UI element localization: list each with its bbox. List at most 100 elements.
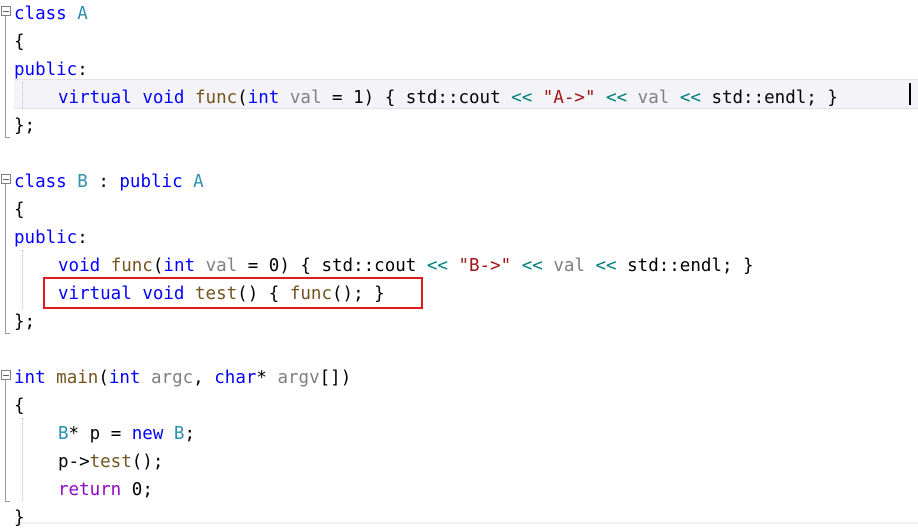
- code-line[interactable]: {: [14, 28, 25, 56]
- code-token: std::cout: [321, 256, 417, 276]
- code-token: class: [14, 4, 67, 24]
- code-token: =: [321, 88, 354, 108]
- code-token: B: [58, 424, 69, 444]
- code-token: std::endl; }: [627, 256, 754, 276]
- code-token: 1: [353, 88, 364, 108]
- code-token: val: [553, 256, 585, 276]
- code-token: public: [119, 172, 183, 192]
- code-token: <<: [595, 256, 617, 276]
- code-token: public: [14, 228, 78, 248]
- code-token: B: [173, 424, 185, 444]
- code-token: char: [214, 368, 257, 388]
- code-token: }: [14, 508, 25, 528]
- code-line[interactable]: public:: [14, 224, 88, 252]
- code-token: (: [98, 368, 109, 388]
- code-token: ) {: [363, 88, 406, 108]
- code-token: {: [14, 200, 25, 220]
- code-line[interactable]: return 0;: [58, 476, 153, 504]
- code-editor[interactable]: class A{public: virtual void func(int val…: [0, 0, 918, 528]
- code-token: <<: [426, 256, 448, 276]
- code-token: virtual: [58, 284, 132, 304]
- code-token: val: [637, 88, 670, 108]
- code-token: []): [319, 368, 352, 388]
- code-token: A: [193, 172, 204, 192]
- code-token: val: [289, 88, 322, 108]
- code-token: func: [195, 88, 238, 108]
- code-token: :: [77, 60, 88, 80]
- code-token: *: [256, 368, 278, 388]
- code-line[interactable]: int main(int argc, char* argv[]): [14, 364, 351, 392]
- code-token: (); }: [332, 284, 385, 304]
- code-token: 0: [268, 256, 280, 276]
- code-line[interactable]: class B : public A: [14, 168, 204, 196]
- code-token: int: [14, 368, 46, 388]
- code-token: public: [14, 60, 78, 80]
- code-line[interactable]: {: [14, 392, 25, 420]
- code-token: (: [152, 256, 164, 276]
- code-token: ) {: [279, 256, 322, 276]
- code-token: virtual: [58, 88, 132, 108]
- code-line[interactable]: public:: [14, 56, 88, 84]
- code-token: test: [89, 452, 132, 472]
- code-token: ,: [193, 368, 215, 388]
- code-token: ;: [142, 480, 153, 500]
- code-line[interactable]: B* p = new B;: [58, 420, 195, 448]
- code-token: func: [289, 284, 333, 304]
- code-token: ;: [184, 424, 196, 444]
- code-line[interactable]: virtual void test() { func(); }: [58, 280, 385, 308]
- code-token: val: [205, 256, 238, 276]
- code-token: argc: [151, 368, 194, 388]
- code-token: <<: [606, 88, 628, 108]
- code-token: func: [110, 256, 153, 276]
- code-line[interactable]: class A: [14, 0, 88, 28]
- code-token: new: [131, 424, 164, 444]
- code-token: :: [87, 172, 120, 192]
- code-token: int: [108, 368, 141, 388]
- code-line[interactable]: virtual void func(int val = 1) { std::co…: [58, 84, 838, 112]
- code-token: A: [77, 4, 88, 24]
- code-token: int: [163, 256, 196, 276]
- code-line[interactable]: {: [14, 196, 25, 224]
- code-line[interactable]: };: [14, 308, 35, 336]
- code-token: std::cout: [405, 88, 501, 108]
- code-line[interactable]: }: [14, 504, 25, 532]
- code-token: :: [77, 228, 88, 248]
- code-token: p->: [58, 452, 90, 472]
- code-token: void: [142, 88, 185, 108]
- code-token: {: [14, 396, 25, 416]
- text-caret: [909, 83, 911, 105]
- code-token: main: [56, 368, 99, 388]
- code-token: * p =: [68, 424, 132, 444]
- code-line[interactable]: p->test();: [58, 448, 163, 476]
- code-token: test: [195, 284, 238, 304]
- code-line[interactable]: };: [14, 112, 35, 140]
- code-line[interactable]: void func(int val = 0) { std::cout << "B…: [58, 252, 754, 280]
- code-token: std::endl; }: [711, 88, 838, 108]
- code-token: =: [237, 256, 269, 276]
- code-lines[interactable]: class A{public: virtual void func(int val…: [0, 0, 918, 528]
- code-token: "B->": [458, 256, 512, 276]
- code-token: int: [247, 88, 280, 108]
